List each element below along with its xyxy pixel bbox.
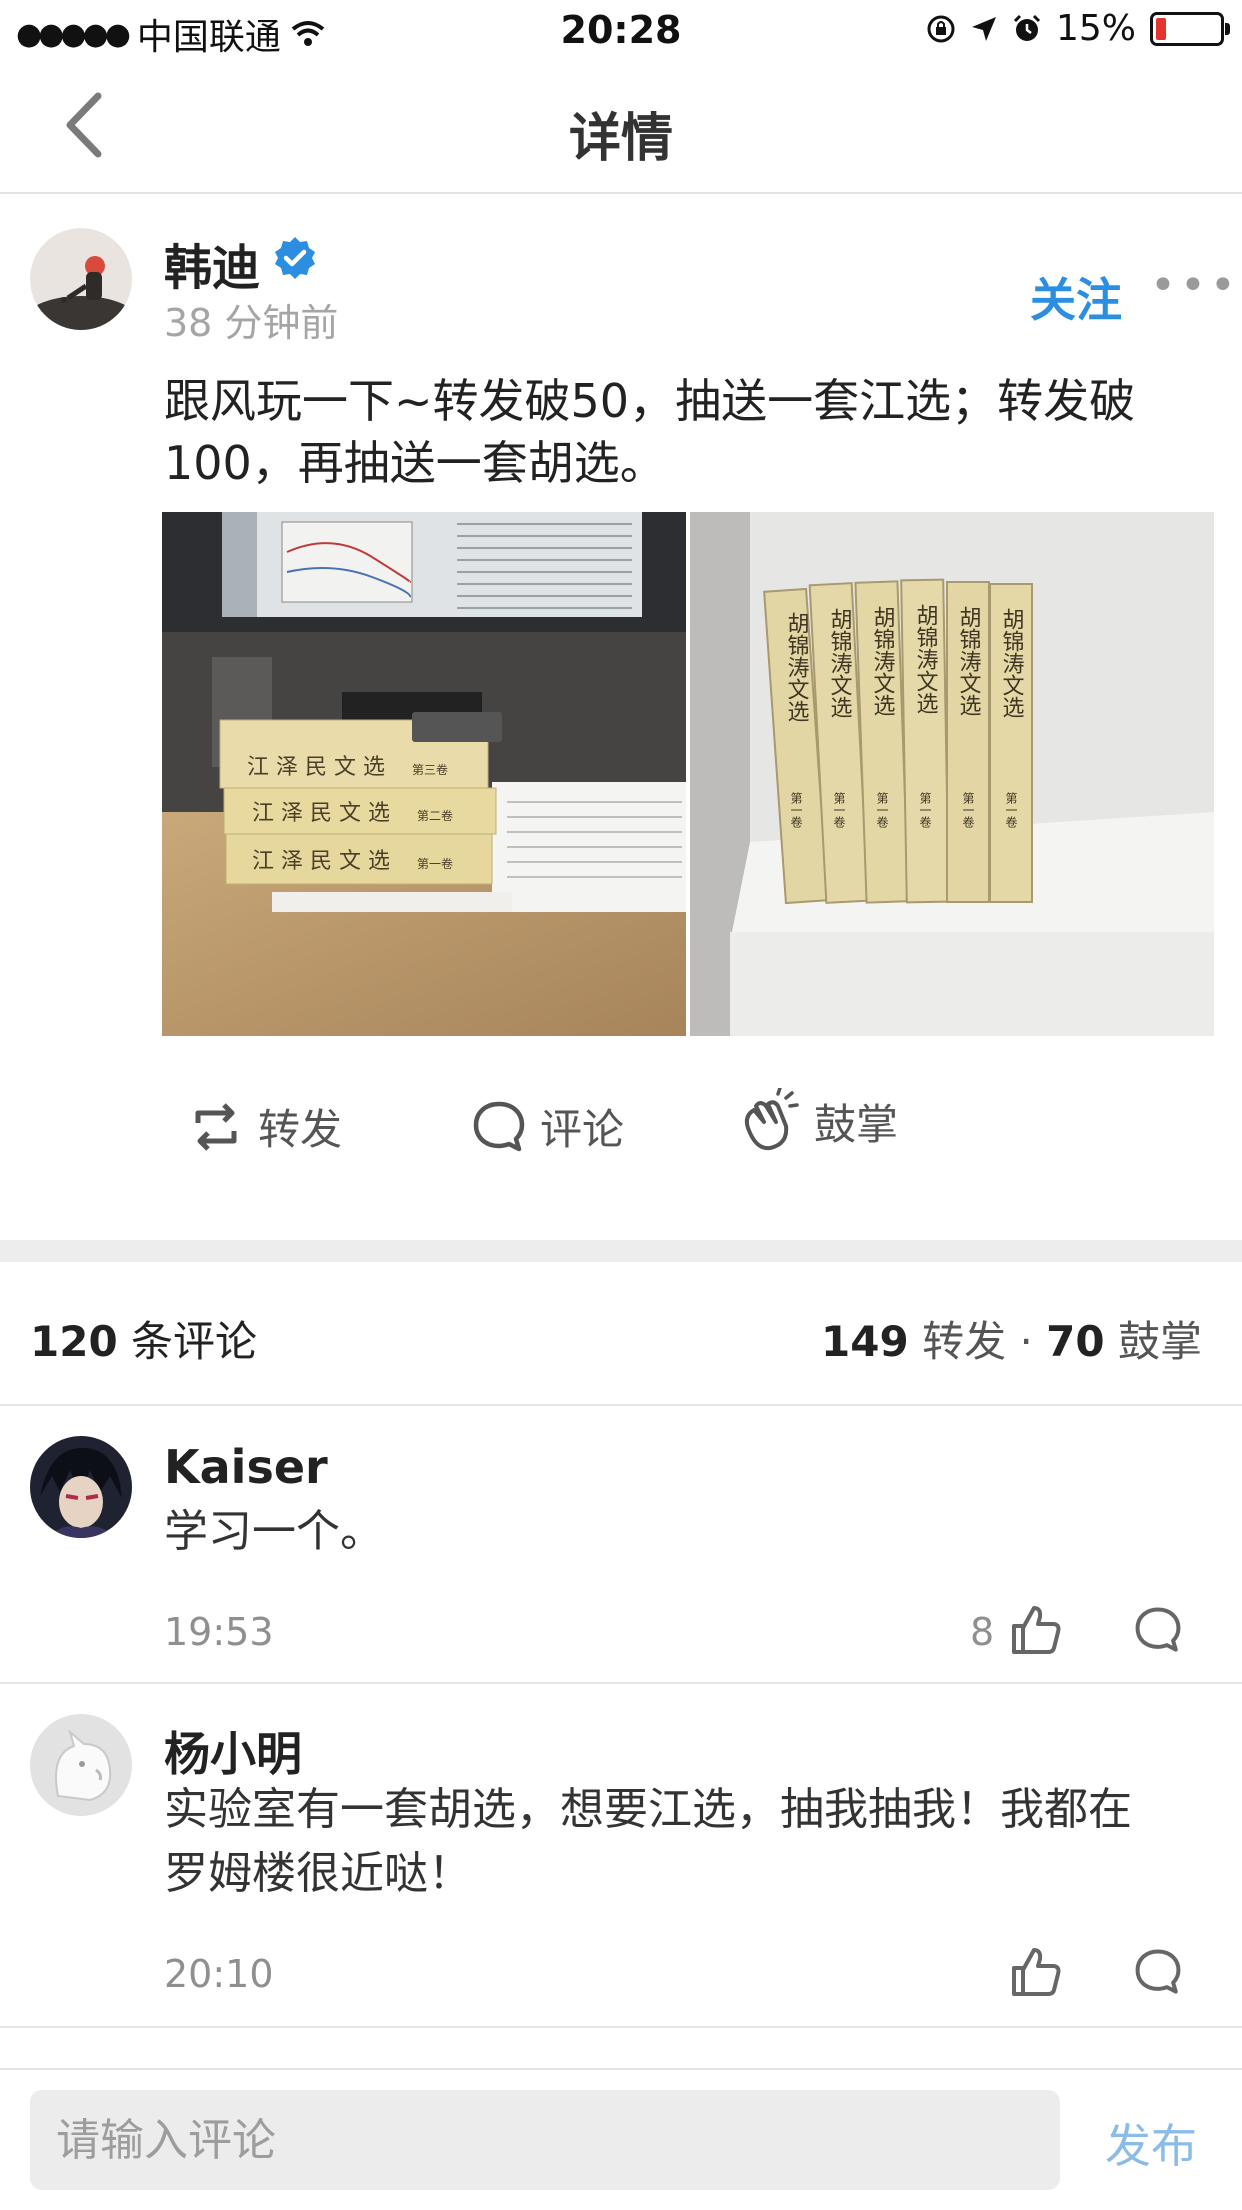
divider <box>0 1682 1242 1684</box>
comment-label: 评论 <box>540 1105 625 1154</box>
post-time: 38 分钟前 <box>164 301 339 345</box>
spine-label: 胡锦涛文选 <box>827 608 853 718</box>
comments-count-label: 条评论 <box>131 1317 258 1366</box>
section-divider <box>0 1240 1242 1262</box>
commenter-avatar[interactable] <box>30 1436 132 1538</box>
spine-label: 江 泽 民 文 选 <box>247 755 385 780</box>
author-name[interactable]: 韩迪 <box>164 228 260 298</box>
clap-button[interactable]: 鼓掌 <box>734 1088 898 1154</box>
publish-button[interactable]: 发布 <box>1105 2110 1197 2176</box>
spine-tag: 第一卷 <box>961 792 975 828</box>
spine-label: 胡锦涛文选 <box>956 606 982 716</box>
comment-text-line1: 学习一个。 <box>164 1506 384 1557</box>
battery-icon <box>1150 11 1230 46</box>
comment-time: 20:10 <box>164 1952 274 1996</box>
comment-text-line1: 实验室有一套胡选，想要江选，抽我抽我！我都在 <box>164 1784 1132 1835</box>
comments-count-value: 120 <box>30 1317 118 1366</box>
like-count: 8 <box>970 1610 995 1654</box>
post-text: 跟风玩一下~转发破50，抽送一套江选；转发破 100，再抽送一套胡选。 <box>164 370 1224 494</box>
commenter-name[interactable]: 杨小明 <box>164 1718 302 1784</box>
repost-label: 转发 <box>258 1105 343 1154</box>
claps-count-value: 70 <box>1046 1317 1105 1366</box>
clap-hands-icon <box>744 1088 799 1151</box>
commenter-name[interactable]: Kaiser <box>164 1440 328 1494</box>
spine-tag: 第一卷 <box>832 792 846 828</box>
reposts-count-value: 149 <box>821 1317 909 1366</box>
clap-label: 鼓掌 <box>814 1099 899 1149</box>
author-avatar[interactable] <box>30 228 132 330</box>
comment-button[interactable]: 评论 <box>472 1096 624 1157</box>
follow-button[interactable]: 关注 <box>1030 264 1122 330</box>
comment-text-line2: 罗姆楼很近哒！ <box>164 1848 472 1899</box>
stats-dot: · <box>1019 1317 1033 1366</box>
reply-bubble-icon[interactable] <box>1134 1948 1182 1996</box>
spine-tag: 第一卷 <box>417 856 453 871</box>
spine-label: 江 泽 民 文 选 <box>252 801 390 826</box>
comment-text: 实验室有一套胡选，想要江选，抽我抽我！我都在 罗姆楼很近哒！ <box>164 1778 1214 1906</box>
location-arrow-icon <box>971 16 996 41</box>
divider <box>0 1404 1242 1406</box>
thumbs-up-icon[interactable] <box>1010 1604 1062 1656</box>
repost-icon <box>195 1102 237 1151</box>
post-text-line1: 跟风玩一下~转发破50，抽送一套江选；转发破 <box>164 374 1136 428</box>
spine-tag: 第二卷 <box>417 808 453 823</box>
spine-label: 胡锦涛文选 <box>784 612 810 722</box>
nav-bar: 详情 <box>0 62 1242 194</box>
spine-label: 胡锦涛文选 <box>999 608 1025 718</box>
comment-input-bar: 发布 <box>0 2068 1242 2210</box>
reposts-count-label: 转发 <box>922 1317 1007 1366</box>
comments-count: 120 条评论 <box>30 1308 257 1369</box>
commenter-avatar[interactable] <box>30 1714 132 1816</box>
alarm-icon <box>1013 14 1041 41</box>
comment-time: 19:53 <box>164 1610 274 1654</box>
spine-tag: 第一卷 <box>918 792 932 828</box>
reply-bubble-icon[interactable] <box>1134 1606 1182 1654</box>
claps-count-label: 鼓掌 <box>1117 1317 1202 1366</box>
spine-label: 胡锦涛文选 <box>913 604 939 714</box>
engagement-stats: 149 转发 · 70 鼓掌 <box>821 1308 1202 1369</box>
comment-input[interactable] <box>30 2090 1060 2190</box>
spine-tag: 第一卷 <box>875 792 889 828</box>
spine-tag: 第一卷 <box>789 792 803 828</box>
post-image-1[interactable]: 江 泽 民 文 选 第三卷 江 泽 民 文 选 第二卷 江 泽 民 文 选 第一… <box>162 512 686 1036</box>
more-options-icon[interactable]: ••• <box>1150 260 1240 311</box>
spine-tag: 第一卷 <box>1004 792 1018 828</box>
rotation-lock-icon <box>927 15 955 42</box>
spine-label: 胡锦涛文选 <box>870 606 896 716</box>
page-title: 详情 <box>568 109 673 169</box>
status-right: 15% <box>926 8 1230 49</box>
post-image-2[interactable]: 胡锦涛文选 胡锦涛文选 胡锦涛文选 胡锦涛文选 胡锦涛文选 胡锦涛文选 第一卷 … <box>690 512 1214 1036</box>
spine-label: 江 泽 民 文 选 <box>252 849 390 874</box>
verified-badge-icon <box>275 237 315 279</box>
thumbs-up-icon[interactable] <box>1010 1946 1062 1998</box>
comment-text: 学习一个。 <box>164 1500 1204 1564</box>
battery-percent: 15% <box>1055 8 1136 49</box>
post-text-line2: 100，再抽送一套胡选。 <box>164 436 666 490</box>
spine-tag: 第三卷 <box>412 762 448 777</box>
divider <box>0 2026 1242 2028</box>
status-bar: ●●●●● 中国联通 20:28 15% <box>0 0 1242 62</box>
repost-button[interactable]: 转发 <box>188 1096 342 1157</box>
comment-bubble-icon <box>473 1101 525 1151</box>
